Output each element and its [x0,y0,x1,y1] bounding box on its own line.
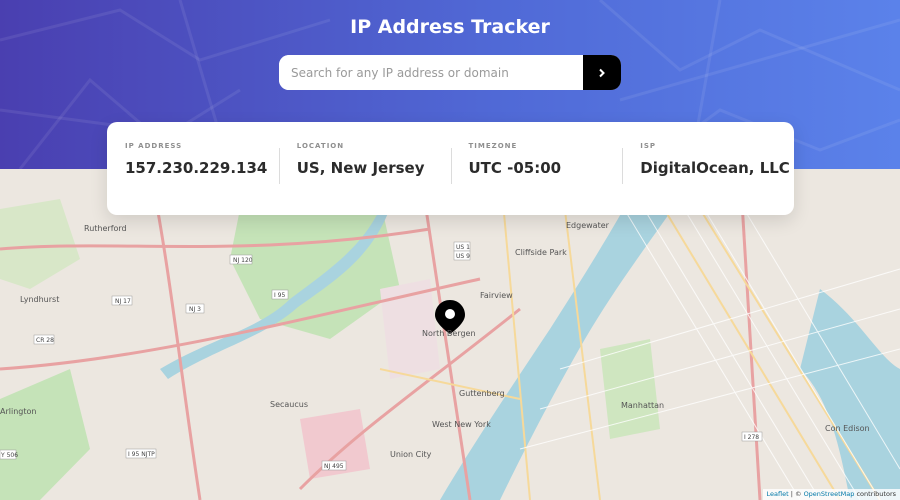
stat-timezone: TIMEZONE UTC -05:00 [450,142,623,215]
openstreetmap-link[interactable]: OpenStreetMap [804,490,855,498]
stat-isp: ISP DigitalOcean, LLC [622,142,794,215]
road-badge: I 95 NJTP [128,451,155,458]
map-attribution: Leaflet | © OpenStreetMap contributors [762,489,900,500]
road-badge: I 95 [274,292,285,299]
search-bar [279,55,621,90]
map-place-label: Lyndhurst [20,295,59,304]
info-card: IP ADDRESS 157.230.229.134 LOCATION US, … [107,122,794,215]
attribution-suffix: contributors [854,490,896,498]
map-place-label: Union City [390,450,432,459]
road-badge: NJ 495 [324,463,344,470]
road-badge: CR 28 [36,337,54,344]
search-input[interactable] [279,55,583,90]
map-place-label: Guttenberg [459,389,505,398]
stat-ip-address: IP ADDRESS 157.230.229.134 [107,142,279,215]
road-badge: NJ 120 [233,257,253,264]
stat-location: LOCATION US, New Jersey [278,142,451,215]
map-place-label: Arlington [0,407,36,416]
map-place-label: Fairview [480,291,513,300]
map-place-label: Rutherford [84,224,127,233]
stat-label: LOCATION [296,142,345,150]
marker-place-label: North Bergen [422,329,476,338]
stat-label: ISP [640,142,657,150]
stat-value: US, New Jersey [296,159,425,177]
road-badge: NJ 3 [189,306,201,313]
map-place-label: Manhattan [621,401,664,410]
map-place-label: Cliffside Park [515,248,567,257]
chevron-right-icon [599,68,605,77]
stat-value: DigitalOcean, LLC [640,159,790,177]
stat-label: IP ADDRESS [125,142,183,150]
stat-value: UTC -05:00 [468,159,562,177]
page-title: IP Address Tracker [350,16,550,38]
map-place-label: Edgewater [566,221,610,230]
stat-label: TIMEZONE [468,142,518,150]
map-place-label: Secaucus [270,400,308,409]
attribution-separator: | © [788,490,804,498]
leaflet-link[interactable]: Leaflet [767,490,789,498]
road-badge: US 9 [456,253,470,260]
road-badge: NJ 17 [115,298,131,305]
search-submit-button[interactable] [583,55,621,90]
road-badge: Y 506 [0,452,18,459]
stat-value: 157.230.229.134 [125,159,268,177]
map-place-label: West New York [432,420,491,429]
road-badge: I 278 [744,434,759,441]
map-place-label: Con Edison [825,424,870,433]
road-badge: US 1 [456,244,470,251]
